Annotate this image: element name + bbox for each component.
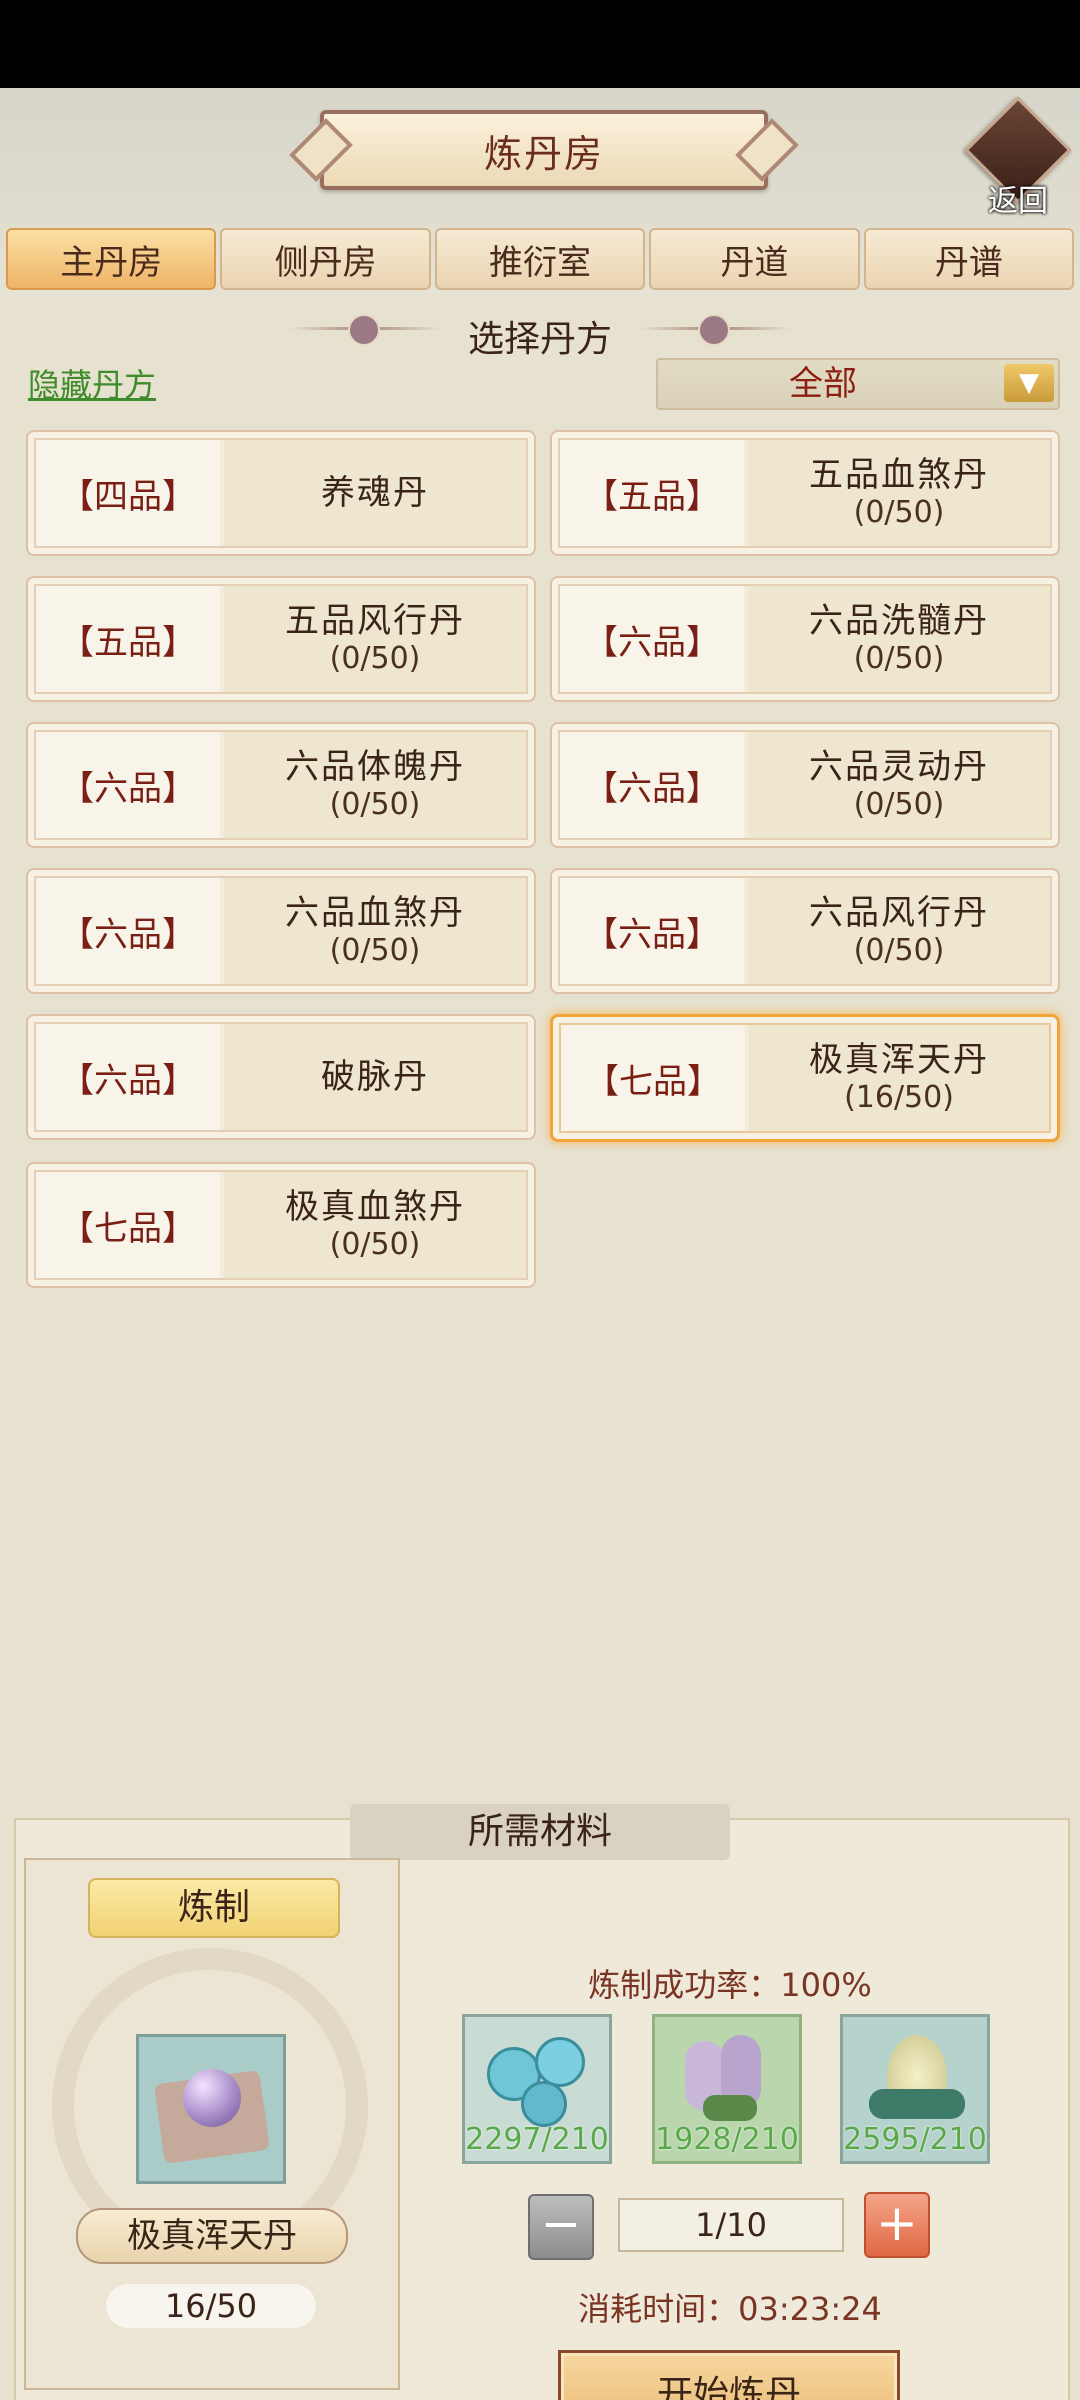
- hidden-recipes-link[interactable]: 隐藏丹方: [28, 360, 156, 406]
- recipe-grid: 【四品】 养魂丹 【五品】 五品血煞丹 (0/50) 【五品】 五品风行丹 (0/5…: [26, 430, 1060, 1288]
- tab-side-room[interactable]: 侧丹房: [220, 228, 431, 290]
- alchemy-screen: 炼丹房 返回 主丹房 侧丹房 推衍室 丹道 丹谱 选择丹方 隐藏丹方 全部 ▼ …: [0, 88, 1080, 2400]
- tab-dan-dao[interactable]: 丹道: [649, 228, 860, 290]
- status-bar: [0, 0, 1080, 88]
- tab-bar: 主丹房 侧丹房 推衍室 丹道 丹谱: [6, 228, 1075, 290]
- recipe-grade: 【五品】: [36, 586, 220, 692]
- recipe-grade: 【五品】: [560, 440, 744, 546]
- recipe-name: 破脉丹: [321, 1057, 429, 1097]
- recipe-card[interactable]: 【六品】 破脉丹: [26, 1014, 536, 1140]
- selected-pill-name: 极真浑天丹: [76, 2208, 348, 2264]
- recipe-grade: 【六品】: [36, 1024, 220, 1130]
- grade-filter-select[interactable]: 全部 ▼: [656, 358, 1060, 410]
- recipe-grade: 【六品】: [36, 878, 220, 984]
- recipe-progress: (0/50): [329, 641, 421, 676]
- recipe-progress: (0/50): [853, 933, 945, 968]
- back-label: 返回: [988, 184, 1048, 219]
- filter-value: 全部: [789, 364, 857, 404]
- selected-pill-count: 16/50: [106, 2284, 316, 2328]
- page-title: 炼丹房: [320, 110, 768, 190]
- decrease-button[interactable]: −: [528, 2194, 594, 2260]
- recipe-progress: (0/50): [853, 787, 945, 822]
- tab-recipe-book[interactable]: 丹谱: [863, 228, 1075, 290]
- recipe-grade: 【六品】: [560, 586, 744, 692]
- chevron-down-icon: ▼: [1004, 364, 1054, 402]
- recipe-name: 养魂丹: [321, 473, 429, 513]
- recipe-name: 五品血煞丹: [809, 455, 989, 495]
- tab-deduction-room[interactable]: 推衍室: [434, 228, 646, 290]
- recipe-card[interactable]: 【六品】 六品风行丹 (0/50): [550, 868, 1060, 994]
- recipe-progress: (0/50): [329, 787, 421, 822]
- material-count: 1928/210: [655, 2122, 799, 2157]
- craft-label: 炼制: [88, 1878, 340, 1938]
- tab-main-room[interactable]: 主丹房: [6, 228, 217, 290]
- select-recipe-title: 选择丹方: [467, 319, 612, 360]
- recipe-progress: (0/50): [853, 495, 945, 530]
- materials-title: 所需材料: [350, 1804, 730, 1860]
- recipe-card[interactable]: 【六品】 六品血煞丹 (0/50): [26, 868, 536, 994]
- material-count: 2297/210: [465, 2122, 609, 2157]
- recipe-card[interactable]: 【七品】 极真血煞丹 (0/50): [26, 1162, 536, 1288]
- recipe-card[interactable]: 【五品】 五品血煞丹 (0/50): [550, 430, 1060, 556]
- recipe-name: 六品风行丹: [809, 893, 989, 933]
- material-slot[interactable]: 2297/210: [462, 2014, 612, 2164]
- recipe-grade: 【六品】: [560, 878, 744, 984]
- recipe-name: 六品灵动丹: [809, 747, 989, 787]
- recipe-name: 五品风行丹: [285, 601, 465, 641]
- recipe-grade: 【七品】: [36, 1172, 220, 1278]
- recipe-name: 极真血煞丹: [285, 1187, 465, 1227]
- success-rate: 炼制成功率：100%: [588, 1966, 872, 2004]
- recipe-card-selected[interactable]: 【七品】 极真浑天丹 (16/50): [550, 1014, 1060, 1142]
- start-alchemy-button[interactable]: 开始炼丹: [558, 2350, 900, 2400]
- recipe-name: 六品血煞丹: [285, 893, 465, 933]
- material-count: 2595/210: [843, 2122, 987, 2157]
- increase-button[interactable]: +: [864, 2192, 930, 2258]
- recipe-card[interactable]: 【六品】 六品洗髓丹 (0/50): [550, 576, 1060, 702]
- quantity-field[interactable]: 1/10: [618, 2198, 844, 2252]
- recipe-progress: (0/50): [329, 933, 421, 968]
- recipe-grade: 【七品】: [561, 1025, 745, 1131]
- recipe-name: 六品体魄丹: [285, 747, 465, 787]
- recipe-card[interactable]: 【六品】 六品体魄丹 (0/50): [26, 722, 536, 848]
- back-button[interactable]: 返回: [964, 96, 1072, 219]
- material-slot[interactable]: 2595/210: [840, 2014, 990, 2164]
- recipe-card[interactable]: 【六品】 六品灵动丹 (0/50): [550, 722, 1060, 848]
- recipe-progress: (0/50): [329, 1227, 421, 1262]
- material-slot[interactable]: 1928/210: [652, 2014, 802, 2164]
- recipe-progress: (0/50): [853, 641, 945, 676]
- recipe-card[interactable]: 【五品】 五品风行丹 (0/50): [26, 576, 536, 702]
- recipe-progress: (16/50): [844, 1080, 954, 1115]
- time-cost: 消耗时间：03:23:24: [578, 2290, 882, 2328]
- recipe-name: 极真浑天丹: [809, 1040, 989, 1080]
- recipe-card[interactable]: 【四品】 养魂丹: [26, 430, 536, 556]
- recipe-grade: 【四品】: [36, 440, 220, 546]
- pill-icon: [136, 2034, 286, 2184]
- recipe-grade: 【六品】: [560, 732, 744, 838]
- recipe-grade: 【六品】: [36, 732, 220, 838]
- recipe-name: 六品洗髓丹: [809, 601, 989, 641]
